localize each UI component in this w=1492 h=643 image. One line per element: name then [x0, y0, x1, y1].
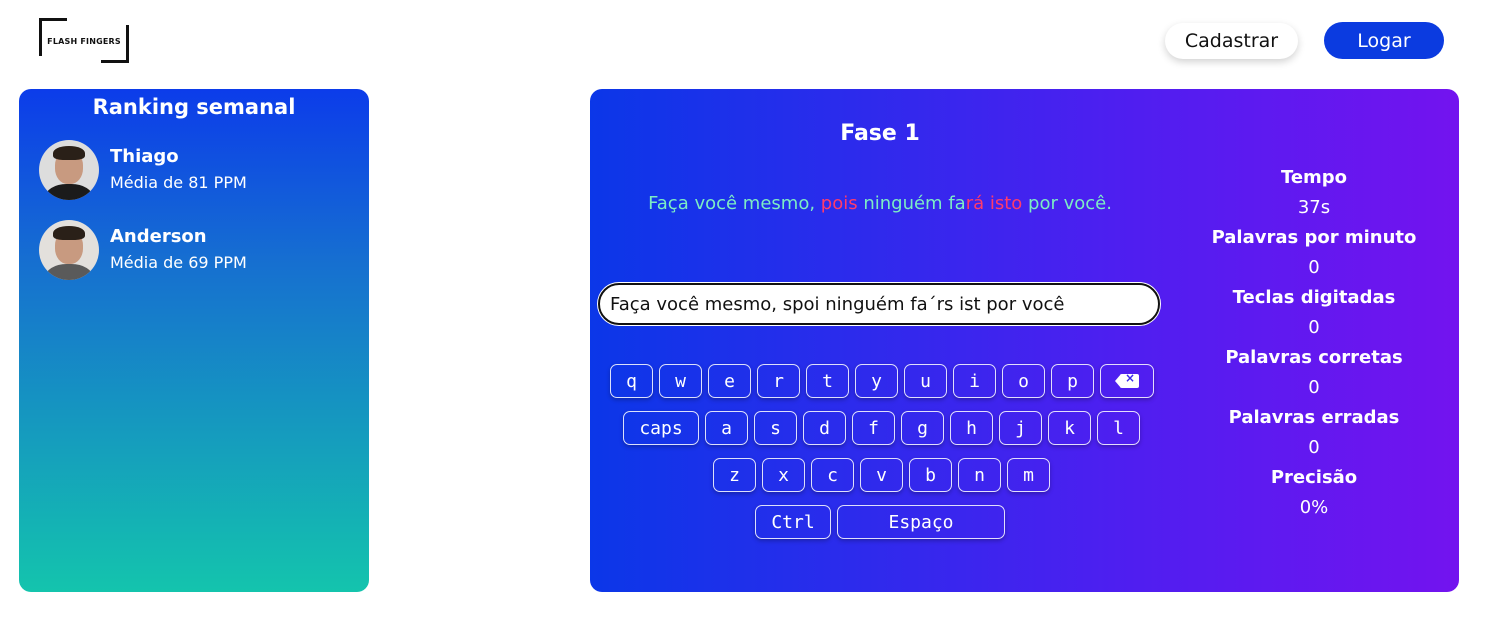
target-segment: pois [820, 193, 858, 214]
keyboard-row-3: z x c v b n m [713, 458, 1050, 492]
key-v[interactable]: v [860, 458, 903, 492]
ranking-user-average: Média de 69 PPM [110, 253, 247, 272]
key-h[interactable]: h [950, 411, 993, 445]
keyboard-row-2: caps a s d f g h j k l [623, 411, 1140, 445]
keyboard-row-4: Ctrl Espaço [755, 505, 1005, 539]
key-x[interactable]: x [762, 458, 805, 492]
target-segment: ninguém fa [857, 193, 966, 214]
key-f[interactable]: f [852, 411, 895, 445]
key-i[interactable]: i [953, 364, 996, 398]
key-a[interactable]: a [705, 411, 748, 445]
stat-value-wrong-words: 0 [1308, 437, 1320, 458]
stat-label-wrong-words: Palavras erradas [1228, 407, 1400, 428]
key-d[interactable]: d [803, 411, 846, 445]
key-y[interactable]: y [855, 364, 898, 398]
space-key[interactable]: Espaço [837, 505, 1005, 539]
avatar [39, 220, 99, 280]
key-n[interactable]: n [958, 458, 1001, 492]
key-r[interactable]: r [757, 364, 800, 398]
ranking-item: Thiago Média de 81 PPM [39, 139, 247, 201]
ranking-user-name: Anderson [110, 226, 207, 247]
stat-label-keystrokes: Teclas digitadas [1232, 287, 1396, 308]
key-g[interactable]: g [901, 411, 944, 445]
key-m[interactable]: m [1007, 458, 1050, 492]
stat-value-wpm: 0 [1308, 257, 1320, 278]
stat-label-accuracy: Precisão [1270, 467, 1358, 488]
stat-value-accuracy: 0% [1299, 497, 1329, 518]
keyboard-row-1: q w e r t y u i o p × [610, 364, 1154, 398]
key-k[interactable]: k [1048, 411, 1091, 445]
key-c[interactable]: c [811, 458, 854, 492]
key-l[interactable]: l [1097, 411, 1140, 445]
key-s[interactable]: s [754, 411, 797, 445]
stat-label-correct-words: Palavras corretas [1225, 347, 1403, 368]
register-button[interactable]: Cadastrar [1165, 23, 1298, 59]
stat-value-keystrokes: 0 [1308, 317, 1320, 338]
ranking-user-average: Média de 81 PPM [110, 173, 247, 192]
typing-input[interactable] [598, 283, 1160, 325]
stat-label-time: Tempo [1280, 167, 1348, 188]
ctrl-key[interactable]: Ctrl [755, 505, 831, 539]
key-o[interactable]: o [1002, 364, 1045, 398]
key-t[interactable]: t [806, 364, 849, 398]
stats-panel: Tempo 37s Palavras por minuto 0 Teclas d… [1190, 163, 1438, 523]
logo-text: FLASH FINGERS [47, 37, 121, 46]
target-segment: rá isto [965, 193, 1023, 214]
ranking-user-name: Thiago [110, 146, 179, 167]
key-b[interactable]: b [909, 458, 952, 492]
key-e[interactable]: e [708, 364, 751, 398]
login-button[interactable]: Logar [1324, 22, 1444, 59]
backspace-key[interactable]: × [1100, 364, 1154, 398]
avatar [39, 140, 99, 200]
stat-label-wpm: Palavras por minuto [1211, 227, 1417, 248]
key-q[interactable]: q [610, 364, 653, 398]
key-u[interactable]: u [904, 364, 947, 398]
stat-value-correct-words: 0 [1308, 377, 1320, 398]
target-sentence: Faça você mesmo, pois ninguém fará isto … [590, 193, 1170, 214]
key-p[interactable]: p [1051, 364, 1094, 398]
key-j[interactable]: j [999, 411, 1042, 445]
ranking-panel: Ranking semanal Thiago Média de 81 PPM A… [19, 89, 369, 592]
phase-title: Fase 1 [840, 121, 920, 146]
target-segment: por você. [1022, 193, 1112, 214]
logo[interactable]: FLASH FINGERS [39, 18, 129, 63]
ranking-title: Ranking semanal [92, 95, 296, 119]
ranking-item: Anderson Média de 69 PPM [39, 219, 247, 281]
caps-key[interactable]: caps [623, 411, 699, 445]
key-z[interactable]: z [713, 458, 756, 492]
backspace-icon: × [1115, 371, 1139, 388]
target-segment: Faça você mesmo, [648, 193, 821, 214]
game-panel: Fase 1 Faça você mesmo, pois ninguém far… [590, 89, 1459, 592]
key-w[interactable]: w [659, 364, 702, 398]
stat-value-time: 37s [1297, 197, 1331, 218]
